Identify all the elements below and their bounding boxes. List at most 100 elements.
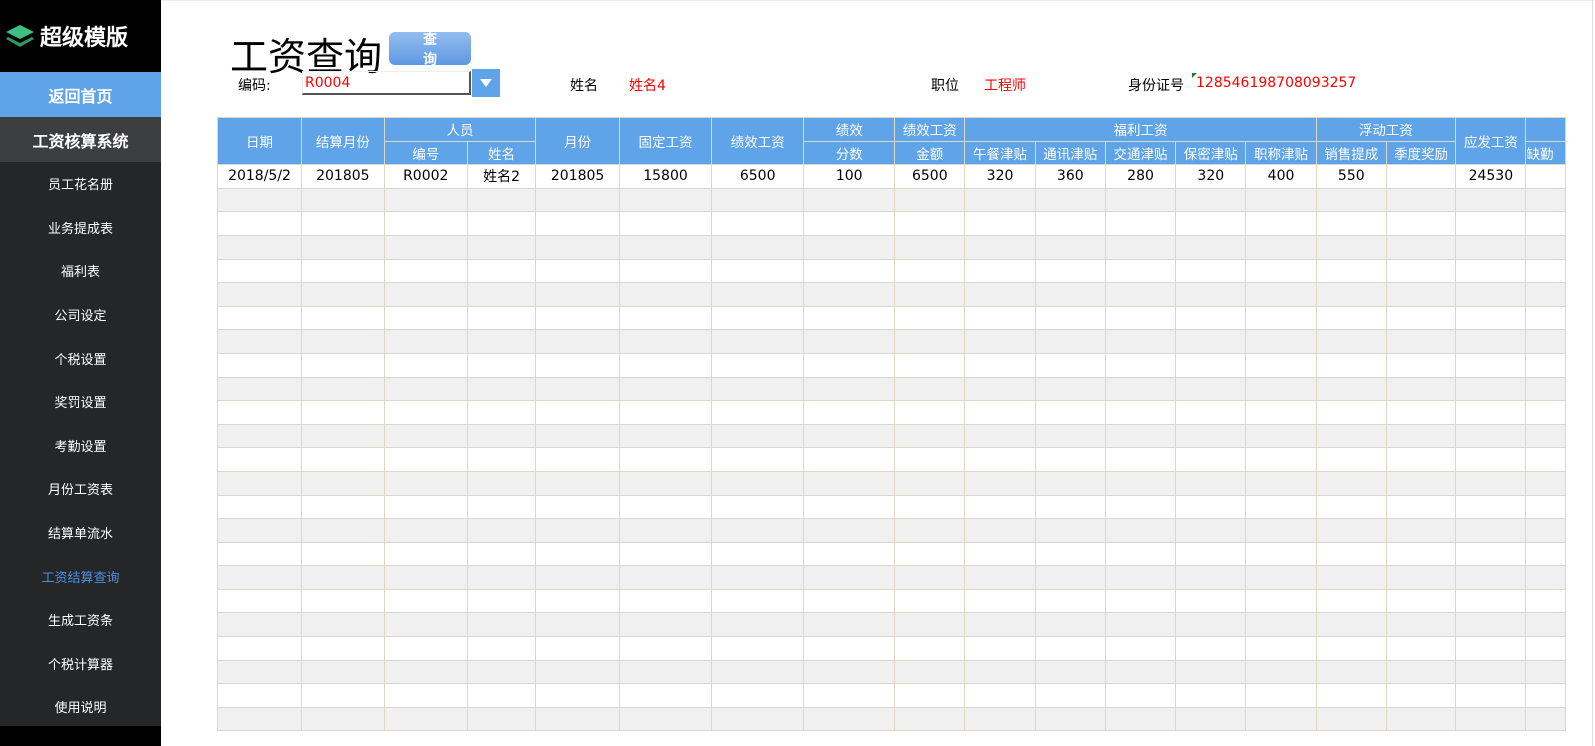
table-cell[interactable] [217,329,303,354]
table-cell[interactable] [1385,187,1457,213]
table-cell[interactable] [535,565,620,590]
table-cell[interactable] [217,187,303,213]
table-cell[interactable] [711,518,805,543]
table-cell[interactable] [466,636,537,661]
table-cell[interactable] [1104,352,1177,378]
table-cell[interactable] [535,211,620,236]
table-cell[interactable] [803,636,896,661]
table-cell[interactable] [1385,447,1457,472]
table-cell[interactable] [1455,423,1527,449]
table-cell[interactable] [217,565,303,590]
table-cell[interactable] [618,258,713,284]
table-cell[interactable] [217,636,303,661]
table-cell[interactable] [217,400,303,425]
table-cell[interactable] [964,234,1036,260]
table-cell[interactable] [535,329,620,354]
table-cell[interactable]: 姓名2 [466,164,537,189]
table-cell[interactable] [301,541,385,567]
table-cell[interactable] [1034,541,1106,567]
table-cell[interactable] [1315,659,1387,685]
table-cell[interactable] [301,683,385,708]
sidebar-item[interactable]: 员工花名册 [0,162,161,206]
table-cell[interactable] [803,447,896,472]
table-cell[interactable] [1034,234,1106,260]
table-cell[interactable] [383,612,468,638]
table-cell[interactable]: 2018/5/2 [217,164,303,189]
table-cell[interactable] [618,612,713,638]
table-cell[interactable] [535,612,620,638]
table-cell[interactable] [1455,187,1527,213]
table-cell[interactable] [466,282,537,307]
table-cell[interactable] [1245,234,1317,260]
table-cell[interactable] [1245,400,1317,425]
table-cell[interactable] [894,423,966,449]
table-cell[interactable] [711,211,805,236]
table-cell[interactable] [711,400,805,425]
table-cell[interactable] [1175,329,1247,354]
sidebar-item[interactable]: 个税设置 [0,336,161,380]
table-cell[interactable] [383,352,468,378]
table-cell[interactable] [301,234,385,260]
table-cell[interactable] [1245,518,1317,543]
table-cell[interactable] [1034,376,1106,402]
table-cell[interactable] [383,234,468,260]
table-cell[interactable] [466,211,537,236]
table-cell[interactable] [466,706,537,732]
table-cell[interactable] [964,258,1036,284]
table-cell[interactable] [1104,518,1177,543]
table-cell[interactable] [964,376,1036,402]
table-cell[interactable] [1525,234,1566,260]
table-cell[interactable] [894,211,966,236]
table-cell[interactable] [618,352,713,378]
table-cell[interactable] [466,518,537,543]
table-cell[interactable] [894,565,966,590]
table-cell[interactable] [1315,612,1387,638]
table-cell[interactable] [301,494,385,520]
table-cell[interactable] [1104,400,1177,425]
table-cell[interactable] [1245,541,1317,567]
table-cell[interactable] [1034,329,1106,354]
table-cell[interactable] [301,305,385,331]
table-cell[interactable] [1175,305,1247,331]
table-cell[interactable] [466,659,537,685]
table-cell[interactable] [1315,636,1387,661]
sidebar-item[interactable]: 工资结算查询 [0,554,161,598]
table-cell[interactable] [1385,376,1457,402]
table-cell[interactable] [1385,683,1457,708]
table-cell[interactable] [217,541,303,567]
table-cell[interactable] [803,494,896,520]
table-cell[interactable] [1104,683,1177,708]
table-cell[interactable] [535,282,620,307]
table-cell[interactable] [1034,187,1106,213]
table-cell[interactable] [1175,234,1247,260]
table-cell[interactable] [1034,706,1106,732]
table-cell[interactable] [535,659,620,685]
table-cell[interactable] [1245,376,1317,402]
table-cell[interactable] [535,447,620,472]
table-cell[interactable] [964,565,1036,590]
sidebar-item[interactable]: 考勤设置 [0,424,161,468]
table-cell[interactable] [618,447,713,472]
table-cell[interactable] [964,423,1036,449]
table-cell[interactable]: 280 [1104,164,1177,189]
table-cell[interactable] [1104,636,1177,661]
table-cell[interactable] [1245,282,1317,307]
table-cell[interactable] [1315,423,1387,449]
table-cell[interactable] [894,706,966,732]
table-cell[interactable] [1525,376,1566,402]
table-cell[interactable] [618,588,713,614]
table-cell[interactable] [1525,518,1566,543]
table-cell[interactable] [301,329,385,354]
table-cell[interactable] [1315,470,1387,496]
table-cell[interactable] [217,612,303,638]
table-cell[interactable] [618,329,713,354]
table-cell[interactable] [1034,258,1106,284]
table-cell[interactable] [803,541,896,567]
table-cell[interactable] [466,494,537,520]
table-cell[interactable] [466,234,537,260]
table-cell[interactable] [1245,258,1317,284]
table-cell[interactable] [217,706,303,732]
table-cell[interactable] [1315,400,1387,425]
table-cell[interactable] [301,565,385,590]
table-cell[interactable] [1525,400,1566,425]
